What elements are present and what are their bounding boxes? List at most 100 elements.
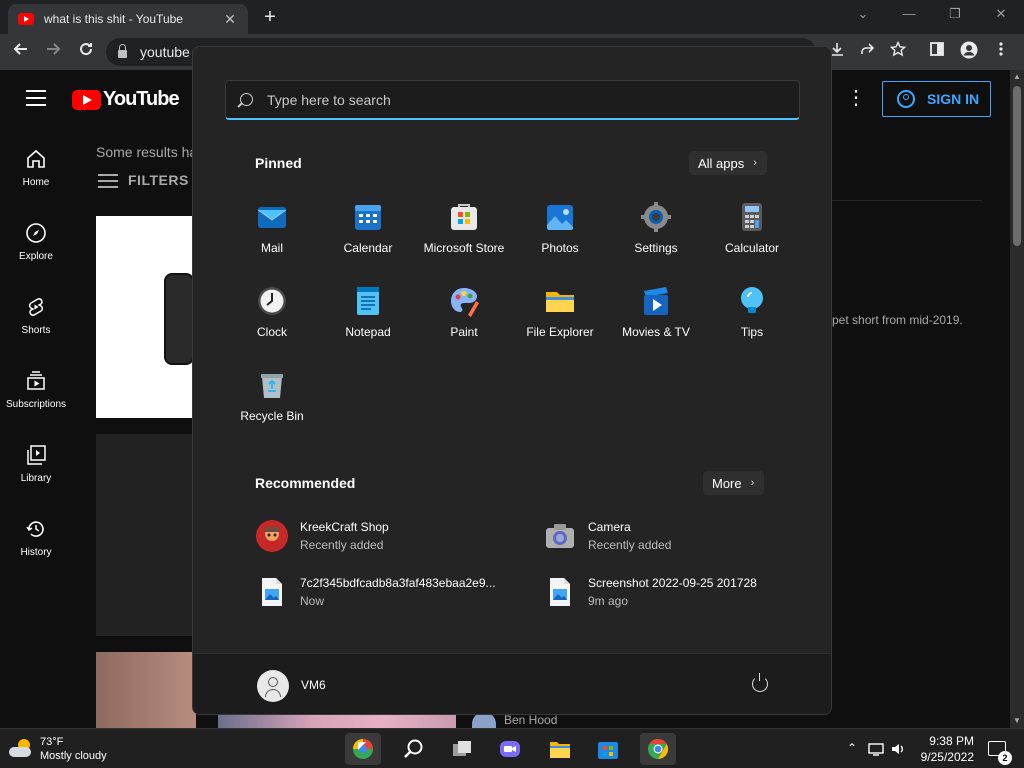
network-icon[interactable] [868,741,884,757]
pinned-app-recycle-bin[interactable]: Recycle Bin [224,361,320,431]
side-panel-button[interactable] [926,41,948,63]
back-button[interactable] [10,41,32,63]
app-label: Notepad [345,325,391,339]
pinned-app-notepad[interactable]: Notepad [320,277,416,347]
sign-in-button[interactable]: SIGN IN [882,81,991,117]
pinned-app-store[interactable]: Microsoft Store [416,193,512,263]
video-thumbnail[interactable] [96,216,196,418]
recommended-title: Recommended [255,475,356,491]
pinned-app-paint[interactable]: Paint [416,277,512,347]
all-apps-button[interactable]: All apps › [689,151,767,175]
pinned-app-clock[interactable]: Clock [224,277,320,347]
recommended-sub: Recently added [588,538,672,552]
video-thumbnail[interactable] [96,652,196,728]
sidebar-item-explore[interactable]: Explore [0,202,72,276]
new-tab-button[interactable]: + [258,6,282,30]
browser-menu-button[interactable] [990,41,1012,63]
user-avatar-icon[interactable] [257,670,289,702]
taskbar-chrome-button[interactable] [640,733,676,765]
pinned-app-movies-tv[interactable]: Movies & TV [608,277,704,347]
channel-name[interactable]: Ben Hood [504,713,557,727]
sidebar-item-shorts[interactable]: Shorts [0,276,72,350]
more-options-button[interactable]: ⋮ [846,88,866,108]
tab-close-icon[interactable]: ✕ [222,11,238,28]
video-thumbnail[interactable] [96,434,196,636]
reload-button[interactable] [75,41,97,63]
user-name[interactable]: VM6 [301,678,326,692]
taskbar-store-button[interactable] [590,733,626,765]
all-apps-label: All apps [698,155,745,171]
recommended-item-screenshot[interactable]: Screenshot 2022-09-25 201728 9m ago [544,570,824,614]
taskbar-search-button[interactable] [396,733,432,765]
weather-cloud-icon[interactable] [8,737,32,759]
filters-button[interactable]: FILTERS [98,172,189,188]
youtube-logo[interactable]: YouTube [72,88,180,111]
recommended-item-kreekcraft[interactable]: KreekCraft Shop Recently added [256,514,536,558]
kreekcraft-icon [256,520,288,552]
results-notice: Some results ha [96,144,198,160]
taskbar-date[interactable]: 9/25/2022 [912,750,974,764]
taskbar-task-view-button[interactable] [444,733,480,765]
scroll-up-icon[interactable]: ▲ [1010,70,1024,84]
tab-title: what is this shit - YouTube [44,12,183,26]
sidebar-item-history[interactable]: History [0,498,72,572]
power-icon[interactable] [752,673,768,692]
recommended-name: KreekCraft Shop [300,520,389,534]
pinned-app-photos[interactable]: Photos [512,193,608,263]
close-window-button[interactable]: ✕ [990,6,1012,22]
sidebar-item-subscriptions[interactable]: Subscriptions [0,350,72,424]
page-scrollbar[interactable]: ▲ ▼ [1010,70,1024,728]
taskbar-time[interactable]: 9:38 PM [922,734,974,748]
sidebar-item-home[interactable]: Home [0,128,72,202]
app-label: Recycle Bin [240,409,304,423]
restore-button[interactable]: ❐ [944,6,966,22]
weather-description[interactable]: Mostly cloudy [40,750,107,762]
sidebar-item-library[interactable]: Library [0,424,72,498]
youtube-play-icon [72,89,101,110]
profile-button[interactable] [958,41,980,63]
photos-icon [547,205,573,230]
start-menu: Type here to search Pinned All apps › Ma… [192,46,832,715]
app-label: Microsoft Store [423,241,505,255]
pinned-app-file-explorer[interactable]: File Explorer [512,277,608,347]
scroll-thumb[interactable] [1013,86,1021,246]
image-file-icon [550,578,570,606]
volume-icon[interactable] [890,741,906,757]
video-thumbnail[interactable] [218,715,456,728]
taskbar-file-explorer-button[interactable] [542,733,578,765]
search-placeholder: Type here to search [267,91,391,108]
app-label: Mail [260,241,283,255]
youtube-logo-text: YouTube [103,88,180,110]
more-button[interactable]: More › [703,471,765,495]
tray-overflow-icon[interactable]: ⌃ [844,741,860,757]
app-label: Movies & TV [622,325,690,339]
tab-search-icon[interactable]: ⌄ [852,6,874,22]
recommended-item-camera[interactable]: Camera Recently added [544,514,824,558]
pinned-app-settings[interactable]: Settings [608,193,704,263]
hamburger-menu-icon[interactable] [26,90,46,106]
search-icon [240,93,253,106]
recommended-item-image-file[interactable]: 7c2f345bdfcadb8a3faf483ebaa2e9... Now [256,570,536,614]
browser-tab[interactable]: what is this shit - YouTube ✕ [8,4,248,34]
sidebar-label: Library [20,473,52,484]
side-panel-icon [930,42,944,56]
home-icon [27,149,45,168]
bookmark-button[interactable] [887,40,909,63]
pinned-app-calculator[interactable]: Calculator [704,193,800,263]
scroll-down-icon[interactable]: ▼ [1010,714,1024,728]
forward-button[interactable] [42,41,64,63]
share-button[interactable] [856,41,878,63]
pinned-app-mail[interactable]: Mail [224,193,320,263]
calculator-icon [742,203,762,231]
chevron-right-icon: › [750,477,755,489]
pinned-app-calendar[interactable]: Calendar [320,193,416,263]
recommended-sub: Recently added [300,538,384,552]
weather-temperature[interactable]: 73°F [40,736,63,748]
start-search-box[interactable]: Type here to search [225,80,800,120]
taskbar-chat-button[interactable] [492,733,528,765]
video-description-snippet: pet short from mid-2019. [832,313,963,327]
compass-icon [26,223,46,243]
arrow-right-icon [47,43,61,55]
pinned-app-tips[interactable]: Tips [704,277,800,347]
minimize-button[interactable]: — [898,6,920,21]
